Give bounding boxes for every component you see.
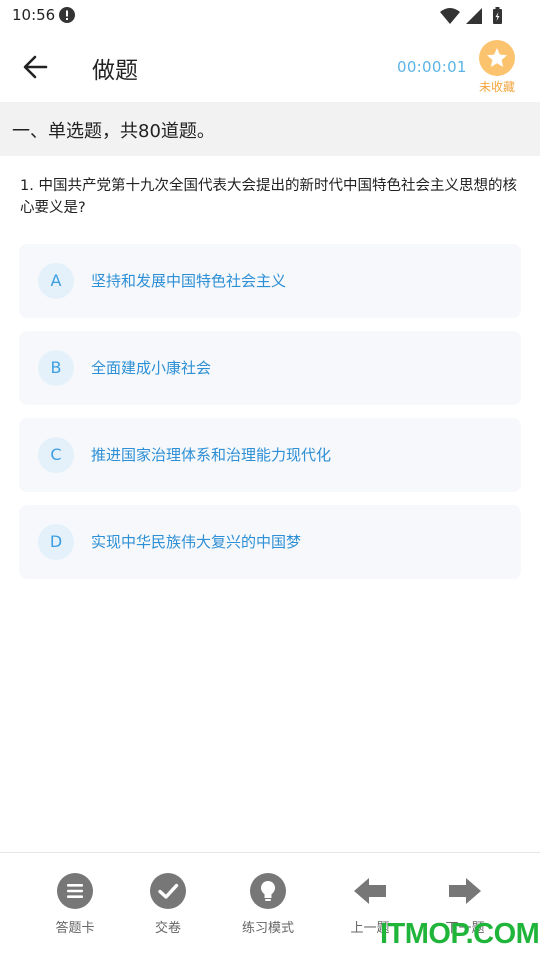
option-text: 实现中华民族伟大复兴的中国梦 [91, 533, 302, 551]
status-bar: 10:56 [0, 0, 540, 32]
check-icon [150, 873, 186, 909]
status-icons [440, 7, 502, 24]
alert-icon [59, 7, 75, 23]
wifi-icon [440, 8, 460, 24]
answer-sheet-button[interactable]: 答题卡 [35, 873, 115, 943]
tab-label: 答题卡 [55, 921, 95, 936]
option-a[interactable]: A 坚持和发展中国特色社会主义 [19, 244, 521, 318]
option-d[interactable]: D 实现中华民族伟大复兴的中国梦 [19, 505, 521, 579]
timer: 00:00:01 [397, 58, 467, 76]
favorite-label: 未收藏 [478, 80, 515, 94]
battery-icon [493, 7, 502, 24]
option-b[interactable]: B 全面建成小康社会 [19, 331, 521, 405]
header: 做题 00:00:01 未收藏 [0, 32, 540, 102]
page-title: 做题 [92, 58, 138, 84]
arrow-left-icon [354, 878, 386, 904]
option-letter: C [38, 437, 74, 473]
question-text: 1. 中国共产党第十九次全国代表大会提出的新时代中国特色社会主义思想的核心要义是… [20, 178, 517, 216]
favorite-circle [479, 40, 515, 76]
option-c[interactable]: C 推进国家治理体系和治理能力现代化 [19, 418, 521, 492]
option-letter: B [38, 350, 74, 386]
arrow-right-icon [449, 878, 481, 904]
signal-icon [466, 8, 482, 24]
practice-mode-button[interactable]: 练习模式 [228, 873, 308, 943]
option-text: 全面建成小康社会 [91, 359, 212, 377]
section-band: 一、单选题，共80道题。 [0, 102, 540, 156]
watermark: ITMOP.COM [380, 918, 540, 950]
tab-label: 练习模式 [241, 921, 294, 936]
bulb-icon [250, 873, 286, 909]
favorite-button[interactable]: 未收藏 [476, 40, 518, 96]
back-arrow-icon[interactable] [20, 52, 52, 82]
list-icon [57, 873, 93, 909]
option-letter: A [38, 263, 74, 299]
option-text: 坚持和发展中国特色社会主义 [91, 272, 287, 290]
submit-button[interactable]: 交卷 [128, 873, 208, 943]
option-letter: D [38, 524, 74, 560]
tab-label: 交卷 [154, 921, 181, 936]
option-text: 推进国家治理体系和治理能力现代化 [91, 446, 332, 464]
section-title: 一、单选题，共80道题。 [12, 121, 215, 142]
status-time: 10:56 [12, 6, 56, 24]
star-icon [487, 48, 507, 67]
